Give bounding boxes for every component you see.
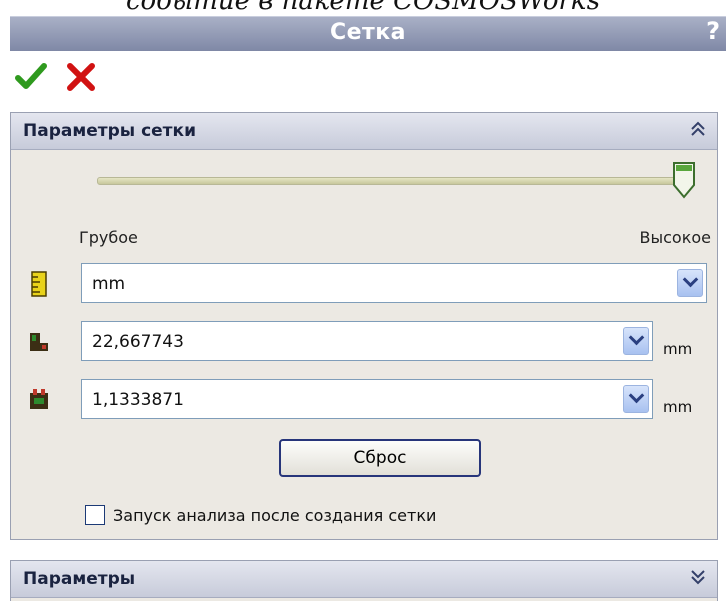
property-manager-titlebar: Сетка ? xyxy=(10,16,726,51)
ruler-icon xyxy=(31,271,47,297)
mesh-density-slider[interactable] xyxy=(97,177,685,185)
tolerance-icon xyxy=(30,389,48,409)
element-size-icon xyxy=(30,333,48,351)
run-analysis-checkbox[interactable] xyxy=(85,505,105,525)
chevron-down-icon[interactable] xyxy=(677,269,703,297)
element-size-unit: mm xyxy=(663,340,693,358)
help-button[interactable]: ? xyxy=(706,17,720,45)
element-size-field[interactable]: 22,667743 xyxy=(81,321,653,361)
units-select[interactable]: mm xyxy=(81,263,707,303)
close-icon xyxy=(67,63,95,91)
expand-down-icon[interactable] xyxy=(689,567,707,587)
action-bar xyxy=(10,52,726,102)
collapse-up-icon[interactable] xyxy=(689,119,707,139)
slider-thumb[interactable] xyxy=(671,161,697,199)
slider-min-label: Грубое xyxy=(79,228,138,247)
parameters-section: Параметры xyxy=(10,560,718,601)
chevron-down-icon[interactable] xyxy=(623,385,649,413)
chevron-down-icon[interactable] xyxy=(623,327,649,355)
units-value: mm xyxy=(92,274,126,294)
cancel-button[interactable] xyxy=(64,60,98,94)
mesh-parameters-header[interactable]: Параметры сетки xyxy=(11,113,717,150)
mesh-parameters-section: Параметры сетки Грубое Высокое mm 22,667… xyxy=(10,112,718,540)
window-title: Сетка xyxy=(329,20,407,45)
tolerance-field[interactable]: 1,1333871 xyxy=(81,379,653,419)
tolerance-value: 1,1333871 xyxy=(92,390,184,410)
slider-max-label: Высокое xyxy=(639,228,712,247)
tolerance-unit: mm xyxy=(663,398,693,416)
reset-button[interactable]: Сброс xyxy=(279,439,481,477)
parameters-header[interactable]: Параметры xyxy=(11,561,717,598)
run-analysis-label: Запуск анализа после создания сетки xyxy=(113,506,437,525)
document-caption: событие в пакете COSMOSWorks xyxy=(125,0,601,16)
check-icon xyxy=(15,63,47,89)
element-size-value: 22,667743 xyxy=(92,332,184,352)
ok-button[interactable] xyxy=(14,60,48,94)
section-title: Параметры сетки xyxy=(23,121,196,141)
section-title: Параметры xyxy=(23,569,136,589)
